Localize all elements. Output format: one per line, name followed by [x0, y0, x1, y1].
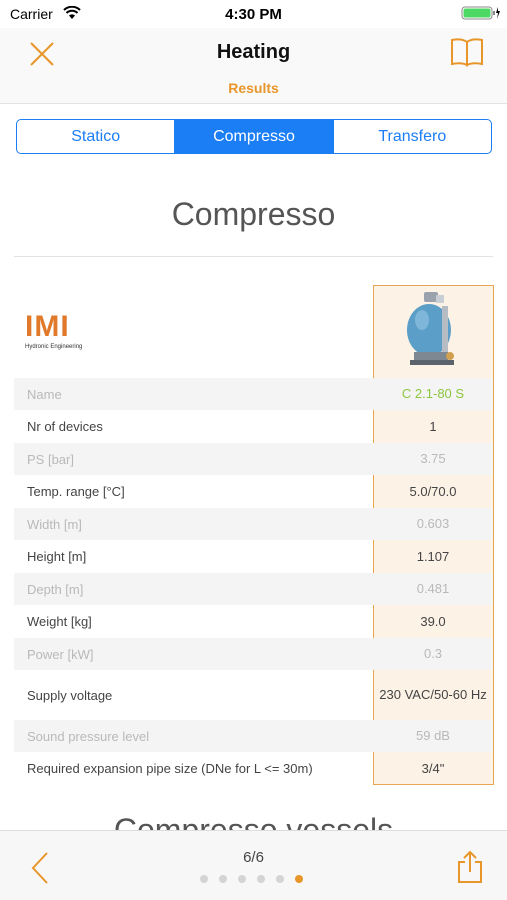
table-row: Nr of devices 1: [14, 410, 493, 443]
row-label: Height [m]: [27, 549, 87, 564]
row-label: Required expansion pipe size (DNe for L …: [27, 761, 313, 776]
nav-bar: Heating Results: [0, 28, 507, 104]
table-row: Power [kW] 0.3: [14, 638, 493, 670]
battery-icon: [461, 6, 500, 20]
table-row: Sound pressure level 59 dB: [14, 720, 493, 752]
table-row: Temp. range [°C] 5.0/70.0: [14, 475, 493, 508]
row-label: Sound pressure level: [27, 728, 150, 744]
table-row: Weight [kg] 39.0: [14, 605, 493, 638]
page-dot[interactable]: [257, 875, 265, 883]
bottom-toolbar: 6/6: [0, 830, 507, 900]
page-dot[interactable]: [238, 875, 246, 883]
results-table: Name C 2.1-80 S Nr of devices 1 PS [bar]…: [14, 378, 493, 785]
section-divider: [14, 256, 493, 257]
page-dot-active[interactable]: [295, 875, 303, 883]
row-label: Weight [kg]: [27, 614, 92, 629]
row-label: Supply voltage: [27, 687, 113, 703]
row-value: 5.0/70.0: [409, 483, 457, 499]
row-value: 59 dB: [416, 728, 450, 743]
row-label: Depth [m]: [27, 581, 84, 597]
segment-statico[interactable]: Statico: [17, 120, 174, 153]
status-bar: Carrier 4:30 PM: [0, 0, 507, 28]
page-dot[interactable]: [200, 875, 208, 883]
product-image: [407, 292, 454, 365]
row-label: Nr of devices: [27, 419, 103, 434]
row-value: 0.3: [423, 646, 443, 661]
table-row: PS [bar] 3.75: [14, 443, 493, 475]
book-icon[interactable]: [449, 37, 485, 67]
table-row: Name C 2.1-80 S: [14, 378, 493, 410]
row-value: 1.107: [416, 548, 450, 564]
page-dots: [200, 875, 310, 885]
table-row: Width [m] 0.603: [14, 508, 493, 540]
page-dot[interactable]: [219, 875, 227, 883]
segment-transfero[interactable]: Transfero: [332, 120, 491, 153]
logo-text: IMI: [25, 310, 70, 343]
row-label: Power [kW]: [27, 646, 94, 662]
row-value: 0.481: [416, 581, 450, 596]
table-row: Required expansion pipe size (DNe for L …: [14, 752, 493, 785]
row-label: Width [m]: [27, 516, 82, 532]
table-row: Depth [m] 0.481: [14, 573, 493, 605]
section-title: Compresso: [171, 196, 336, 232]
status-time: 4:30 PM: [225, 6, 282, 23]
row-label: Temp. range [°C]: [27, 484, 125, 499]
imi-logo: IMI Hydronic Engineering: [25, 312, 115, 354]
row-value: 230 VAC/50-60 Hz: [379, 687, 487, 702]
page-subtitle: Results: [228, 80, 279, 96]
row-value: 39.0: [420, 613, 446, 629]
page-indicator-label: 6/6: [243, 849, 264, 866]
row-value: 1: [429, 418, 437, 434]
row-label: Name: [27, 386, 62, 402]
table-row: Supply voltage 230 VAC/50-60 Hz: [14, 670, 493, 720]
table-row: Height [m] 1.107: [14, 540, 493, 573]
row-value: 3/4": [421, 760, 445, 776]
row-label: PS [bar]: [27, 451, 74, 467]
share-icon[interactable]: [457, 850, 483, 884]
row-value: 0.603: [416, 516, 450, 531]
segment-compresso[interactable]: Compresso: [174, 120, 333, 153]
segmented-control: Statico Compresso Transfero: [16, 119, 492, 154]
row-value: C 2.1-80 S: [401, 386, 465, 401]
page-dot[interactable]: [276, 875, 284, 883]
row-value: 3.75: [420, 451, 446, 466]
page-title: Heating: [216, 41, 291, 63]
logo-subtext: Hydronic Engineering: [25, 344, 83, 350]
